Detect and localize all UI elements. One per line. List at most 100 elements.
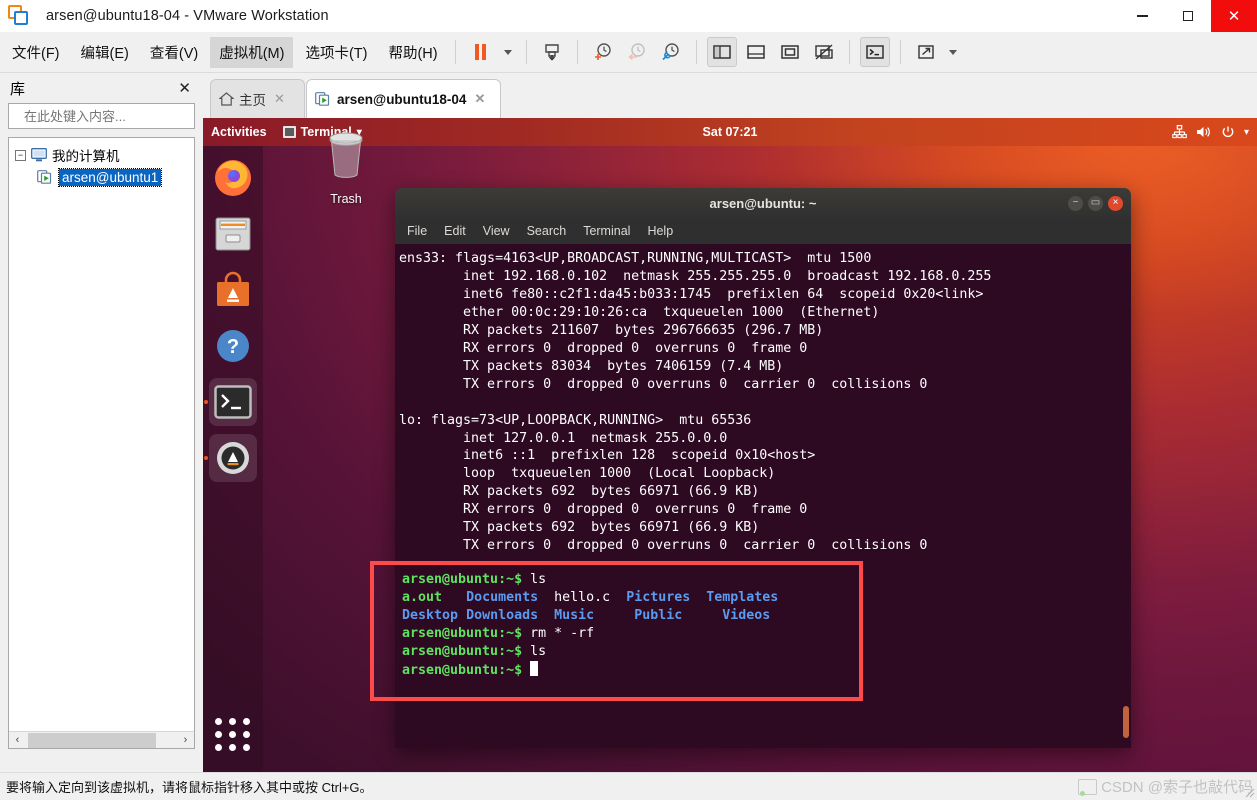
shell-prompt: arsen@ubuntu:~$ [402,643,523,659]
fullscreen-icon [780,45,799,59]
chevron-down-icon [948,49,957,55]
dock-item-software[interactable] [209,266,257,314]
close-icon[interactable]: ✕ [274,91,285,107]
snapshot-revert-button[interactable] [622,37,652,67]
snapshot-add-icon [594,43,611,60]
menu-virtual-machine[interactable]: 虚拟机(M) [210,36,294,68]
shell-prompt: arsen@ubuntu:~$ [402,662,523,678]
ls-entry-directory: Downloads [466,607,539,623]
tab-label: arsen@ubuntu18-04 [337,91,467,107]
terminal-maximize-button[interactable]: ▭ [1088,195,1103,211]
running-indicator-dot [204,400,208,404]
shell-prompt: arsen@ubuntu:~$ [402,625,523,641]
snapshot-take-button[interactable] [588,37,618,67]
close-button[interactable]: ✕ [1211,0,1257,32]
terminal-menu-file[interactable]: File [407,224,427,238]
scroll-left-arrow-icon[interactable]: ‹ [9,734,26,746]
tab-vm[interactable]: arsen@ubuntu18-04 ✕ [306,79,501,118]
toolbar-separator [695,40,697,64]
terminal-menu-edit[interactable]: Edit [444,224,466,238]
my-computer-icon [31,148,47,162]
minimize-button[interactable] [1119,0,1165,32]
show-library-button[interactable] [706,37,737,67]
scrollbar-thumb[interactable] [28,732,156,748]
ubuntu-software-icon [217,271,249,306]
power-icon[interactable] [1221,125,1235,139]
snapshot-manager-icon [662,43,679,61]
desktop-icon-label: Trash [330,192,362,206]
system-menu-arrow-icon[interactable]: ▾ [1244,127,1249,138]
terminal-menu-terminal[interactable]: Terminal [583,224,630,238]
terminal-close-button[interactable]: × [1108,195,1123,211]
desktop-icon-trash[interactable]: Trash [310,130,382,206]
search-input[interactable] [22,107,202,125]
ls-entry-directory: Pictures [626,589,691,605]
library-close-button[interactable]: ✕ [174,79,195,97]
tree-expander-icon[interactable]: − [15,149,26,161]
show-applications-button[interactable] [215,718,251,751]
suspend-button[interactable] [466,37,496,67]
ls-entry-file: hello.c [554,589,611,605]
unity-mode-button[interactable] [809,37,839,67]
tree-node-label: arsen@ubuntu1 [57,167,163,187]
menu-view[interactable]: 查看(V) [141,37,207,68]
pause-icon [475,44,487,60]
terminal-menu-help[interactable]: Help [647,224,673,238]
ls-entry-directory: Documents [466,589,539,605]
library-horizontal-scrollbar[interactable]: ‹ › [9,731,194,748]
dock-item-terminal[interactable] [204,378,257,426]
snapshot-manager-button[interactable] [656,37,686,67]
dock-item-help[interactable]: ? [209,322,257,370]
watermark: CSDN @索子也敲代码 [1078,776,1253,797]
system-tray: ▾ [1172,125,1249,139]
terminal-minimize-button[interactable]: − [1068,195,1083,211]
menu-edit[interactable]: 编辑(E) [72,37,138,68]
library-search[interactable] [8,103,202,129]
console-button[interactable] [859,37,890,67]
terminal-menu-search[interactable]: Search [527,224,567,238]
svg-text:?: ? [227,336,239,358]
volume-icon[interactable] [1196,125,1212,139]
terminal-menu-view[interactable]: View [483,224,510,238]
dock-item-firefox[interactable] [209,154,257,202]
highlighted-command-block: arsen@ubuntu:~$ ls a.out Documents hello… [370,561,863,701]
terminal-ifconfig-output: ens33: flags=4163<UP,BROADCAST,RUNNING,M… [399,251,992,554]
network-icon[interactable] [1172,125,1187,139]
stretch-button[interactable] [911,37,941,67]
ubuntu-dock: ? [203,146,263,773]
ls-entry-executable: a.out [402,589,443,605]
stretch-dropdown[interactable] [945,37,961,67]
dock-item-software-updater[interactable] [204,434,257,482]
terminal-title-bar: arsen@ubuntu: ~ − ▭ × [395,188,1131,218]
fullscreen-button[interactable] [775,37,805,67]
tree-node-vm[interactable]: arsen@ubuntu1 [9,166,194,188]
maximize-button[interactable] [1165,0,1211,32]
toolbar-separator [525,40,527,64]
help-icon: ? [217,330,249,362]
ls-entry-directory: Desktop [402,607,459,623]
close-icon[interactable]: ✕ [474,91,485,107]
vm-viewport[interactable]: Activities Terminal ▾ Sat 07:21 ▾ ? Tras… [203,118,1257,773]
sidebar-panel-icon [712,45,731,59]
menu-tabs[interactable]: 选项卡(T) [296,37,376,68]
menu-file[interactable]: 文件(F) [3,37,69,68]
resize-grip-icon[interactable] [1243,786,1255,798]
show-thumbnail-bar-button[interactable] [741,37,771,67]
status-bar: 要将输入定向到该虚拟机，请将鼠标指针移入其中或按 Ctrl+G。 CSDN @索… [0,772,1257,800]
power-button[interactable] [537,37,567,67]
menu-help[interactable]: 帮助(H) [379,37,446,68]
scroll-right-arrow-icon[interactable]: › [177,734,194,746]
stretch-icon [917,45,934,59]
shell-command: rm * -rf [522,625,595,641]
shell-prompt: arsen@ubuntu:~$ [402,572,523,587]
terminal-scrollbar[interactable] [1123,706,1129,738]
dock-item-files[interactable] [209,210,257,258]
ls-entry-directory: Templates [706,589,779,605]
activities-button[interactable]: Activities [211,125,267,139]
ls-entry-directory: Public [634,607,683,623]
vmware-logo-icon [8,5,30,27]
tab-home[interactable]: 主页 ✕ [210,79,305,118]
tree-node-my-computer[interactable]: − 我的计算机 [9,144,194,166]
watermark-text: CSDN @索子也敲代码 [1101,779,1253,796]
suspend-dropdown[interactable] [500,37,516,67]
